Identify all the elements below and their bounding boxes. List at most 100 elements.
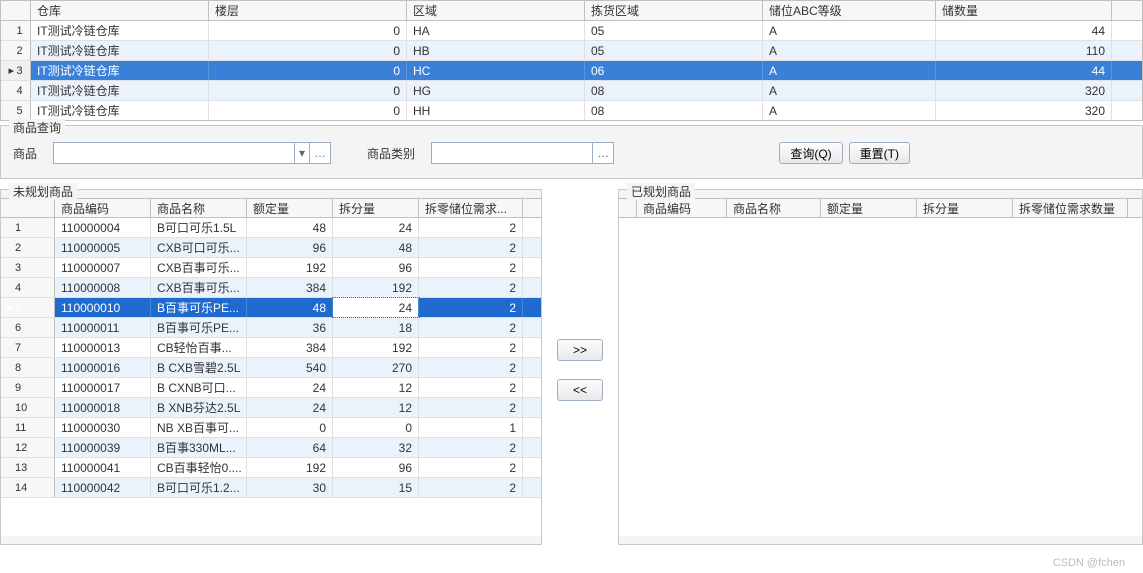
table-row[interactable]: 11110000030NB XB百事可...001 [1,418,541,438]
cell-name[interactable]: B百事330ML... [151,438,247,457]
cell-rated[interactable]: 384 [247,278,333,297]
cell-name[interactable]: B CXB雪碧2.5L [151,358,247,377]
cell-name[interactable]: CXB百事可乐... [151,278,247,297]
cell-area[interactable]: HA [407,21,585,40]
col-rated[interactable]: 额定量 [247,199,333,217]
cell-code[interactable]: 110000011 [55,318,151,337]
cell-code[interactable]: 110000041 [55,458,151,477]
cell-rated[interactable]: 384 [247,338,333,357]
cell-demand[interactable]: 2 [419,258,523,277]
cell-grade[interactable]: A [763,101,936,120]
cell-code[interactable]: 110000007 [55,258,151,277]
cell-rated[interactable]: 96 [247,238,333,257]
col-code[interactable]: 商品编码 [55,199,151,217]
col-warehouse[interactable]: 仓库 [31,1,209,20]
table-row[interactable]: 4IT测试冷链仓库0HG08A320 [1,81,1142,101]
cell-demand[interactable]: 2 [419,438,523,457]
cell-demand[interactable]: 2 [419,318,523,337]
table-row[interactable]: 1IT测试冷链仓库0HA05A44 [1,21,1142,41]
table-row[interactable]: ▸5110000010B百事可乐PE...48242 [1,298,541,318]
col-demand[interactable]: 拆零储位需求... [419,199,523,217]
cell-split[interactable]: 96 [333,458,419,477]
cell-demand[interactable]: 2 [419,338,523,357]
cell-split[interactable]: 192 [333,338,419,357]
cell-demand[interactable]: 2 [419,278,523,297]
cell-demand[interactable]: 2 [419,358,523,377]
cell-split[interactable]: 96 [333,258,419,277]
reset-button[interactable]: 重置(T) [849,142,910,164]
col-demand[interactable]: 拆零储位需求数量 [1013,199,1128,217]
unplanned-body[interactable]: 1110000004B可口可乐1.5L482422110000005CXB可口可… [1,218,541,536]
cell-name[interactable]: B百事可乐PE... [151,298,247,317]
table-row[interactable]: ▸3IT测试冷链仓库0HC06A44 [1,61,1142,81]
cell-rated[interactable]: 24 [247,398,333,417]
storage-grid-body[interactable]: 1IT测试冷链仓库0HA05A442IT测试冷链仓库0HB05A110▸3IT测… [1,21,1142,120]
table-row[interactable]: 2IT测试冷链仓库0HB05A110 [1,41,1142,61]
cell-qty[interactable]: 110 [936,41,1112,60]
col-split[interactable]: 拆分量 [333,199,419,217]
cell-split[interactable]: 192 [333,278,419,297]
cell-area[interactable]: HB [407,41,585,60]
cell-name[interactable]: B可口可乐1.2... [151,478,247,497]
col-split[interactable]: 拆分量 [917,199,1013,217]
col-floor[interactable]: 楼层 [209,1,407,20]
move-right-button[interactable]: >> [557,339,603,361]
cell-rated[interactable]: 48 [247,298,333,317]
query-button[interactable]: 查询(Q) [779,142,842,164]
cell-demand[interactable]: 2 [419,218,523,237]
category-input[interactable] [432,143,592,163]
cell-warehouse[interactable]: IT测试冷链仓库 [31,81,209,100]
cell-warehouse[interactable]: IT测试冷链仓库 [31,101,209,120]
col-name[interactable]: 商品名称 [151,199,247,217]
cell-pickarea[interactable]: 05 [585,21,763,40]
category-combo[interactable]: … [431,142,614,164]
table-row[interactable]: 12110000039B百事330ML...64322 [1,438,541,458]
cell-demand[interactable]: 2 [419,398,523,417]
cell-qty[interactable]: 44 [936,61,1112,80]
cell-grade[interactable]: A [763,81,936,100]
cell-floor[interactable]: 0 [209,41,407,60]
cell-floor[interactable]: 0 [209,81,407,100]
cell-warehouse[interactable]: IT测试冷链仓库 [31,61,209,80]
cell-name[interactable]: B CXNB可口... [151,378,247,397]
cell-code[interactable]: 110000017 [55,378,151,397]
cell-qty[interactable]: 320 [936,81,1112,100]
move-left-button[interactable]: << [557,379,603,401]
table-row[interactable]: 10110000018B XNB芬达2.5L24122 [1,398,541,418]
cell-split[interactable]: 24 [333,298,419,317]
cell-code[interactable]: 110000010 [55,298,151,317]
cell-code[interactable]: 110000013 [55,338,151,357]
table-row[interactable]: 4110000008CXB百事可乐...3841922 [1,278,541,298]
table-row[interactable]: 8110000016B CXB雪碧2.5L5402702 [1,358,541,378]
cell-pickarea[interactable]: 08 [585,81,763,100]
cell-floor[interactable]: 0 [209,101,407,120]
table-row[interactable]: 1110000004B可口可乐1.5L48242 [1,218,541,238]
cell-name[interactable]: CXB百事可乐... [151,258,247,277]
cell-code[interactable]: 110000008 [55,278,151,297]
cell-code[interactable]: 110000030 [55,418,151,437]
cell-rated[interactable]: 36 [247,318,333,337]
cell-name[interactable]: CB百事轻怡0.... [151,458,247,477]
cell-demand[interactable]: 1 [419,418,523,437]
cell-split[interactable]: 15 [333,478,419,497]
cell-code[interactable]: 110000042 [55,478,151,497]
cell-name[interactable]: CB轻怡百事... [151,338,247,357]
cell-demand[interactable]: 2 [419,458,523,477]
col-name[interactable]: 商品名称 [727,199,821,217]
cell-demand[interactable]: 2 [419,298,523,317]
table-row[interactable]: 14110000042B可口可乐1.2...30152 [1,478,541,498]
table-row[interactable]: 2110000005CXB可口可乐...96482 [1,238,541,258]
product-input[interactable] [54,143,294,163]
cell-area[interactable]: HG [407,81,585,100]
cell-area[interactable]: HH [407,101,585,120]
cell-qty[interactable]: 44 [936,21,1112,40]
table-row[interactable]: 5IT测试冷链仓库0HH08A320 [1,101,1142,120]
table-row[interactable]: 9110000017B CXNB可口...24122 [1,378,541,398]
col-grade[interactable]: 储位ABC等级 [763,1,936,20]
cell-split[interactable]: 12 [333,398,419,417]
cell-name[interactable]: NB XB百事可... [151,418,247,437]
cell-split[interactable]: 18 [333,318,419,337]
table-row[interactable]: 13110000041CB百事轻怡0....192962 [1,458,541,478]
cell-rated[interactable]: 24 [247,378,333,397]
cell-demand[interactable]: 2 [419,378,523,397]
